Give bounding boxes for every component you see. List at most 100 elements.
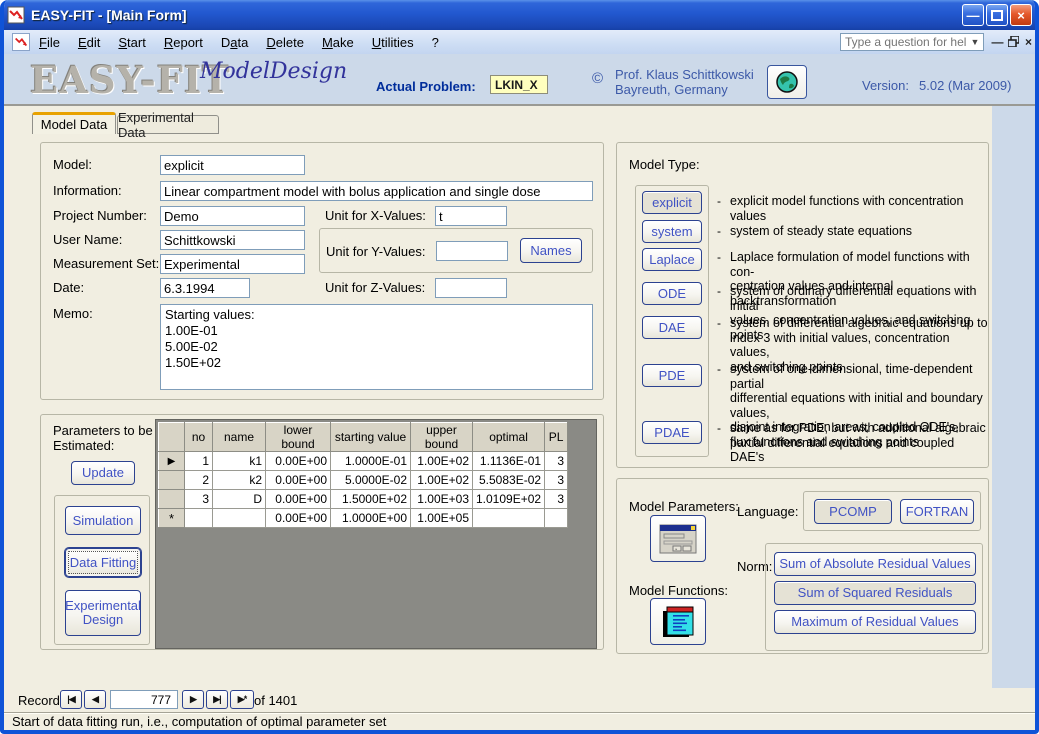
record-label: Record:	[18, 693, 64, 708]
model-type-pde-button[interactable]: PDE	[642, 364, 702, 387]
close-button[interactable]: ×	[1010, 4, 1032, 26]
tab-model-data[interactable]: Model Data	[32, 112, 116, 134]
menu-edit[interactable]: Edit	[69, 32, 109, 53]
model-type-ode-button[interactable]: ODE	[642, 282, 702, 305]
table-row[interactable]: 2 k2 0.00E+00 5.0000E-02 1.00E+02 5.5083…	[159, 471, 568, 490]
model-input[interactable]	[160, 155, 305, 175]
project-number-input[interactable]	[160, 206, 305, 226]
copyright-icon: ©	[592, 70, 603, 87]
menu-help[interactable]: ?	[423, 32, 448, 53]
model-type-explicit-button[interactable]: explicit	[642, 191, 702, 214]
table-row[interactable]: ▶ 1 k1 0.00E+00 1.0000E-01 1.00E+02 1.11…	[159, 452, 568, 471]
language-fortran-button[interactable]: FORTRAN	[900, 499, 974, 524]
globe-button[interactable]	[767, 65, 807, 99]
child-restore-icon[interactable]	[1006, 34, 1021, 49]
model-design-brand: ModelDesign	[200, 59, 347, 84]
language-pcomp-button[interactable]: PCOMP	[814, 499, 892, 524]
model-type-dae-button[interactable]: DAE	[642, 316, 702, 339]
col-lower-bound: lower bound	[266, 423, 331, 452]
model-type-pdae-button[interactable]: PDAE	[642, 421, 702, 444]
version-label: Version:	[862, 78, 909, 93]
record-navigation-bar: Record: |◀ ◀ ▶ ▶| ▶* of 1401	[4, 688, 1035, 712]
new-record-button[interactable]: ▶*	[230, 690, 254, 709]
table-row[interactable]: 3 D 0.00E+00 1.5000E+02 1.00E+03 1.0109E…	[159, 490, 568, 509]
globe-icon	[775, 70, 799, 94]
language-label: Language:	[737, 504, 798, 519]
table-header-row: no name lower bound starting value upper…	[159, 423, 568, 452]
model-type-groupbox: Model Type: explicit system Laplace ODE …	[616, 142, 989, 468]
unit-z-label: Unit for Z-Values:	[325, 280, 425, 295]
table-new-row[interactable]: * 0.00E+00 1.0000E+00 1.00E+05	[159, 509, 568, 528]
parameters-table[interactable]: no name lower bound starting value upper…	[158, 422, 568, 528]
measurement-set-input[interactable]	[160, 254, 305, 274]
status-text: Start of data fitting run, i.e., computa…	[12, 714, 386, 729]
menu-data[interactable]: Data	[212, 32, 257, 53]
minimize-button[interactable]: —	[962, 4, 984, 26]
maximize-button[interactable]	[986, 4, 1008, 26]
model-parameters-button[interactable]: ×	[650, 515, 706, 562]
menu-report[interactable]: Report	[155, 32, 212, 53]
model-functions-label: Model Functions:	[629, 583, 728, 598]
explicit-description: explicit model functions with concentrat…	[730, 194, 988, 223]
pdae-description: same as for PDE, but with additional alg…	[730, 421, 988, 465]
model-type-system-button[interactable]: system	[642, 220, 702, 243]
menu-start[interactable]: Start	[109, 32, 154, 53]
col-no: no	[185, 423, 213, 452]
dialog-window-icon: ×	[659, 524, 697, 554]
project-number-label: Project Number:	[53, 208, 147, 223]
date-input[interactable]	[160, 278, 250, 298]
record-number-input[interactable]	[110, 690, 178, 709]
tab-experimental-data[interactable]: Experimental Data	[117, 115, 219, 134]
update-button[interactable]: Update	[71, 461, 135, 485]
unit-x-label: Unit for X-Values:	[325, 208, 426, 223]
menu-bar: File Edit Start Report Data Delete Make …	[4, 30, 1035, 54]
child-close-icon[interactable]: ×	[1021, 34, 1036, 49]
author-credit: Prof. Klaus Schittkowski Bayreuth, Germa…	[615, 67, 754, 97]
model-type-laplace-button[interactable]: Laplace	[642, 248, 702, 271]
title-bar: EASY-FIT - [Main Form] — ×	[0, 0, 1039, 30]
names-button[interactable]: Names	[520, 238, 582, 263]
last-record-button[interactable]: ▶|	[206, 690, 228, 709]
actual-problem-field[interactable]: LKIN_X	[490, 75, 548, 94]
window-title: EASY-FIT - [Main Form]	[31, 7, 187, 23]
first-record-button[interactable]: |◀	[60, 690, 82, 709]
user-name-input[interactable]	[160, 230, 305, 250]
experimental-design-button[interactable]: Experimental Design	[65, 590, 141, 636]
model-label: Model:	[53, 157, 92, 172]
col-name: name	[213, 423, 266, 452]
menu-make[interactable]: Make	[313, 32, 363, 53]
parameters-grid-container: no name lower bound starting value upper…	[155, 419, 597, 649]
norm-absolute-button[interactable]: Sum of Absolute Residual Values	[774, 552, 976, 576]
header-band: EASY-FIT ModelDesign Actual Problem: LKI…	[4, 54, 1035, 106]
unit-z-input[interactable]	[435, 278, 507, 298]
menu-utilities[interactable]: Utilities	[363, 32, 423, 53]
previous-record-button[interactable]: ◀	[84, 690, 106, 709]
new-row-marker[interactable]: *	[159, 509, 185, 528]
form-chart-icon[interactable]	[12, 33, 30, 51]
unit-x-input[interactable]	[435, 206, 507, 226]
simulation-button[interactable]: Simulation	[65, 506, 141, 535]
norm-maximum-button[interactable]: Maximum of Residual Values	[774, 610, 976, 634]
menu-delete[interactable]: Delete	[257, 32, 313, 53]
help-question-box[interactable]: ▼	[840, 33, 984, 51]
model-config-groupbox: Model Parameters: × Model Functions:	[616, 478, 989, 654]
parameters-groupbox: Parameters to be Estimated: Update Simul…	[40, 414, 604, 650]
menu-file[interactable]: File	[30, 32, 69, 53]
status-bar: Start of data fitting run, i.e., computa…	[4, 712, 1035, 730]
next-record-button[interactable]: ▶	[182, 690, 204, 709]
child-minimize-icon[interactable]: —	[990, 34, 1005, 49]
current-row-marker[interactable]: ▶	[159, 452, 185, 471]
run-buttons-groupbox: Simulation Data Fitting Experimental Des…	[54, 495, 150, 645]
data-fitting-button[interactable]: Data Fitting	[65, 548, 141, 577]
row-selector-header	[159, 423, 185, 452]
norm-squared-button[interactable]: Sum of Squared Residuals	[774, 581, 976, 605]
measurement-set-label: Measurement Set:	[53, 256, 159, 271]
information-input[interactable]	[160, 181, 593, 201]
language-groupbox: PCOMP FORTRAN	[803, 491, 981, 531]
memo-field[interactable]: Starting values: 1.00E-01 5.00E-02 1.50E…	[160, 304, 593, 390]
unit-y-input[interactable]	[436, 241, 508, 261]
col-optimal: optimal	[473, 423, 545, 452]
model-functions-button[interactable]	[650, 598, 706, 645]
help-question-input[interactable]	[841, 35, 967, 49]
help-dropdown-icon[interactable]: ▼	[967, 37, 983, 47]
